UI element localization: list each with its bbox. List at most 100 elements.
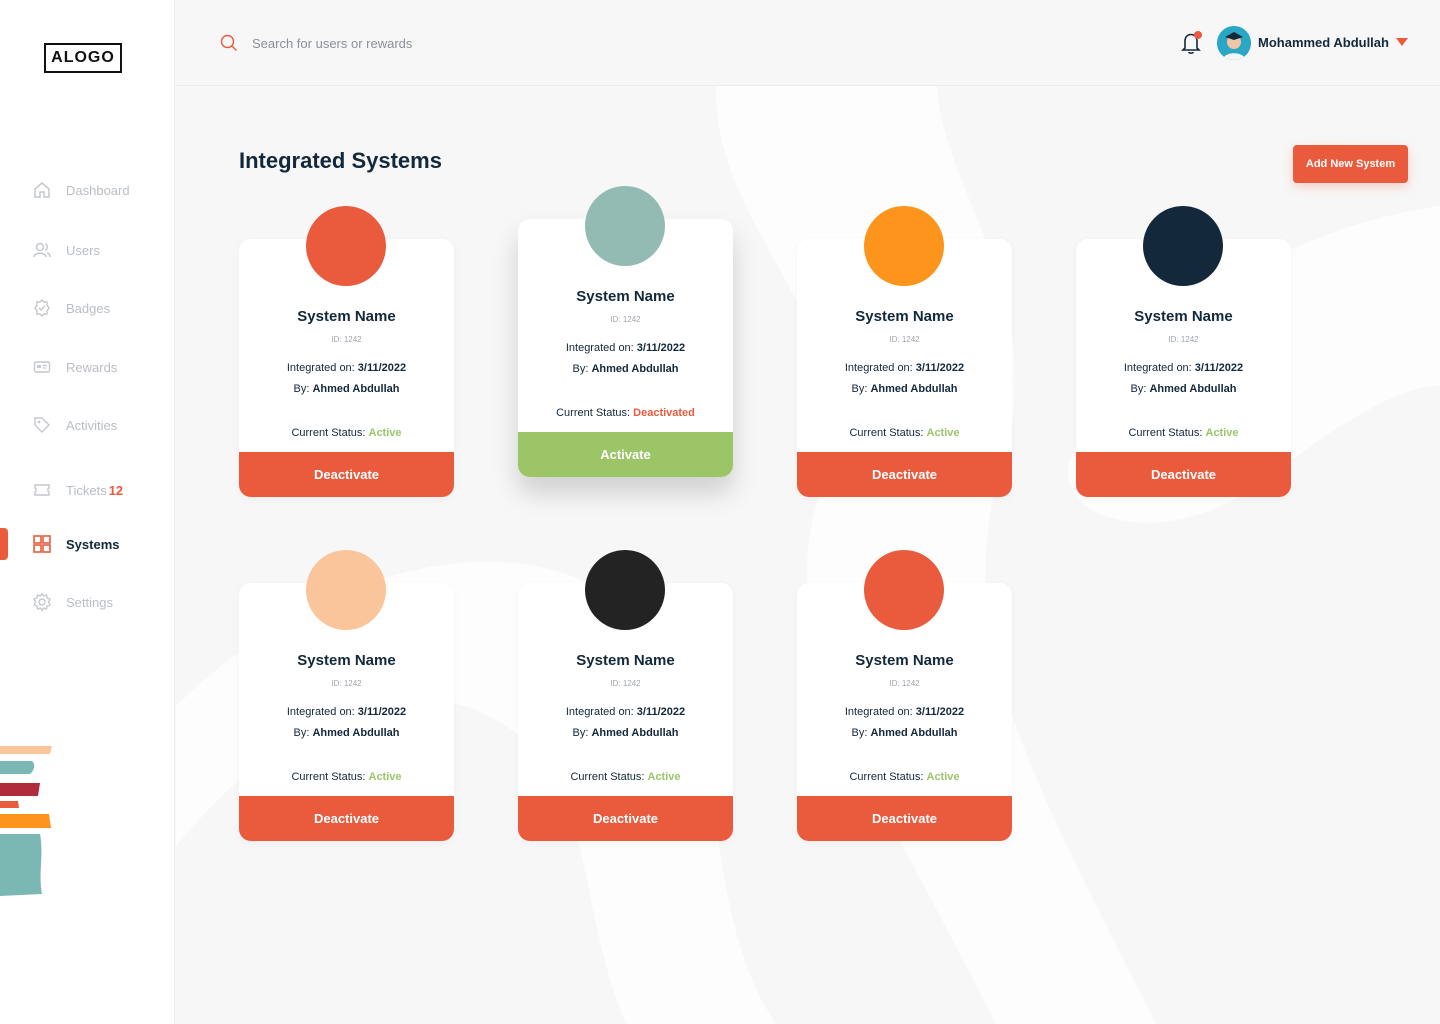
integrated-on: Integrated on: 3/11/2022 (797, 706, 1012, 718)
sidebar-item-label: Badges (66, 300, 111, 316)
user-name[interactable]: Mohammed Abdullah (1258, 35, 1389, 50)
deactivate-button[interactable]: Deactivate (239, 452, 454, 497)
deactivate-button[interactable]: Deactivate (797, 452, 1012, 497)
integrated-date: 3/11/2022 (915, 362, 965, 374)
deactivate-button[interactable]: Deactivate (518, 796, 733, 841)
status-label: Current Status: (291, 771, 366, 783)
integrated-on: Integrated on: 3/11/2022 (797, 362, 1012, 374)
integrator-name: Ahmed Abdullah (591, 727, 679, 739)
system-id: ID: 1242 (610, 679, 641, 688)
by-label: By: (851, 383, 868, 395)
system-card: System Name ID: 1242 Integrated on: 3/11… (518, 186, 733, 477)
status-label: Current Status: (849, 771, 924, 783)
sidebar-item-dashboard[interactable]: Dashboard (32, 180, 130, 200)
deactivate-button[interactable]: Deactivate (239, 796, 454, 841)
sidebar-item-label: Activities (66, 417, 118, 433)
integrator-name: Ahmed Abdullah (870, 727, 958, 739)
system-card: System Name ID: 1242 Integrated on: 3/11… (797, 550, 1012, 841)
sidebar-item-label: Tickets (66, 482, 107, 498)
system-card: System Name ID: 1242 Integrated on: 3/11… (1076, 206, 1291, 497)
integrated-on: Integrated on: 3/11/2022 (239, 362, 454, 374)
status-label: Current Status: (849, 427, 924, 439)
status-label: Current Status: (291, 427, 366, 439)
system-card: System Name ID: 1242 Integrated on: 3/11… (239, 206, 454, 497)
status-label: Current Status: (556, 407, 631, 419)
sidebar-item-systems[interactable]: Systems (32, 534, 119, 554)
sidebar-item-rewards[interactable]: Rewards (32, 357, 117, 377)
integrated-by: By: Ahmed Abdullah (518, 363, 733, 375)
integrated-by: By: Ahmed Abdullah (1076, 383, 1291, 395)
system-logo (585, 550, 665, 630)
brush-strokes-decoration (0, 746, 52, 896)
sidebar-item-label: Users (66, 242, 100, 258)
sidebar-item-users[interactable]: Users (32, 240, 100, 260)
system-name: System Name (1134, 308, 1233, 325)
system-id: ID: 1242 (610, 315, 641, 324)
active-indicator (0, 528, 8, 560)
by-label: By: (293, 383, 310, 395)
integrated-by: By: Ahmed Abdullah (518, 727, 733, 739)
search-input[interactable] (252, 32, 552, 54)
system-logo (306, 550, 386, 630)
add-new-system-button[interactable]: Add New System (1293, 145, 1408, 183)
system-logo (864, 206, 944, 286)
integrated-date: 3/11/2022 (636, 706, 686, 718)
status-label: Current Status: (570, 771, 645, 783)
integrated-on-label: Integrated on: (286, 362, 355, 374)
gear-icon (32, 592, 52, 612)
integrated-date: 3/11/2022 (1194, 362, 1244, 374)
system-name: System Name (297, 308, 396, 325)
integrated-on: Integrated on: 3/11/2022 (518, 342, 733, 354)
chevron-down-icon[interactable] (1396, 38, 1408, 46)
system-logo (585, 186, 665, 266)
status-badge: Active (647, 771, 681, 783)
sidebar-item-activities[interactable]: Activities (32, 415, 117, 435)
integrated-date: 3/11/2022 (915, 706, 965, 718)
status-badge: Active (926, 427, 960, 439)
page-title: Integrated Systems (239, 148, 442, 173)
sidebar-item-tickets[interactable]: Tickets 12 (32, 480, 123, 500)
deactivate-button[interactable]: Deactivate (1076, 452, 1291, 497)
current-status: Current Status: Deactivated (518, 407, 733, 419)
integrated-on-label: Integrated on: (286, 706, 355, 718)
activate-button[interactable]: Activate (518, 432, 733, 477)
sidebar-item-settings[interactable]: Settings (32, 592, 113, 612)
tag-icon (32, 415, 52, 435)
sidebar-item-label: Dashboard (66, 182, 130, 198)
sidebar-item-badges[interactable]: Badges (32, 298, 110, 318)
notification-bell-icon[interactable] (1179, 30, 1203, 61)
system-id: ID: 1242 (331, 679, 362, 688)
system-logo (1143, 206, 1223, 286)
integrated-on: Integrated on: 3/11/2022 (518, 706, 733, 718)
integrated-date: 3/11/2022 (357, 706, 407, 718)
integrated-by: By: Ahmed Abdullah (797, 383, 1012, 395)
grid-icon (32, 534, 52, 554)
status-badge: Active (368, 427, 402, 439)
system-logo (864, 550, 944, 630)
by-label: By: (1130, 383, 1147, 395)
by-label: By: (851, 727, 868, 739)
avatar[interactable] (1217, 26, 1251, 60)
status-label: Current Status: (1128, 427, 1203, 439)
status-badge: Active (926, 771, 960, 783)
current-status: Current Status: Active (239, 427, 454, 439)
integrator-name: Ahmed Abdullah (1149, 383, 1237, 395)
status-badge: Active (368, 771, 402, 783)
deactivate-button[interactable]: Deactivate (797, 796, 1012, 841)
current-status: Current Status: Active (518, 771, 733, 783)
logo[interactable]: ALOGO (44, 43, 122, 73)
top-header: Mohammed Abdullah (176, 0, 1440, 86)
integrated-by: By: Ahmed Abdullah (239, 383, 454, 395)
integrator-name: Ahmed Abdullah (870, 383, 958, 395)
integrator-name: Ahmed Abdullah (312, 727, 400, 739)
sidebar: ALOGO Dashboard Users Badges Rewards Act… (0, 0, 175, 1024)
sidebar-item-label: Systems (66, 536, 120, 552)
integrated-on-label: Integrated on: (844, 362, 913, 374)
system-name: System Name (576, 288, 675, 305)
integrated-on-label: Integrated on: (565, 342, 634, 354)
system-card: System Name ID: 1242 Integrated on: 3/11… (797, 206, 1012, 497)
current-status: Current Status: Active (797, 427, 1012, 439)
system-name: System Name (576, 652, 675, 669)
system-card: System Name ID: 1242 Integrated on: 3/11… (518, 550, 733, 841)
rewards-icon (32, 357, 52, 377)
